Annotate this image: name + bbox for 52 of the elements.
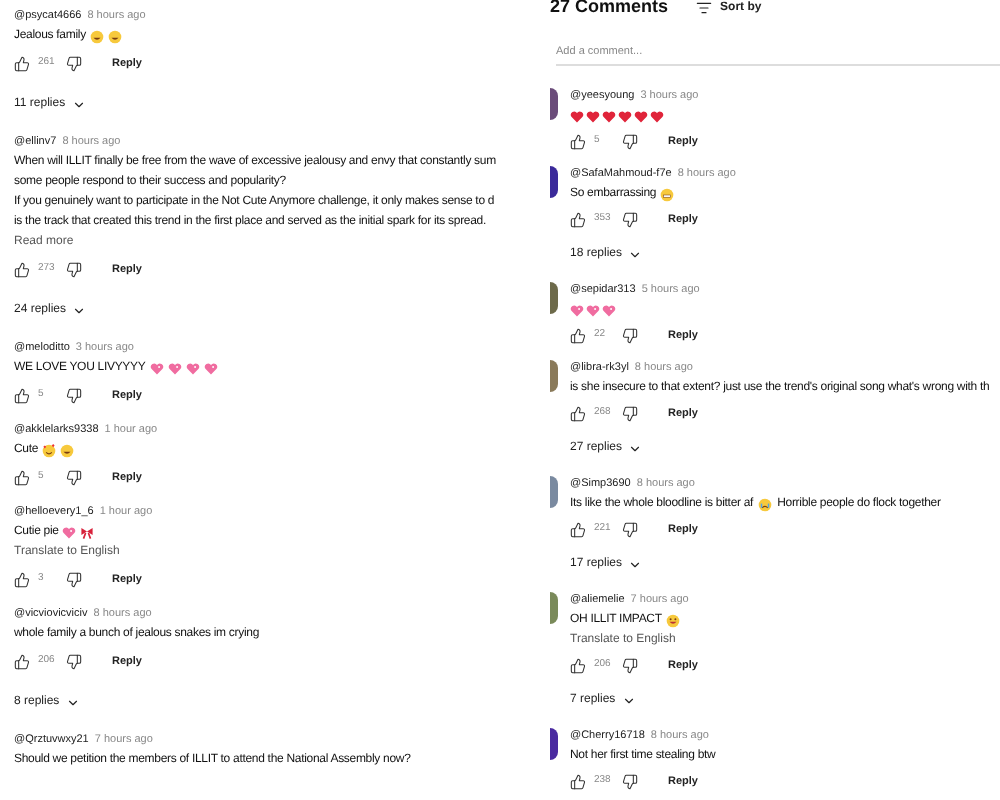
chevron-down-icon — [628, 248, 643, 262]
like-icon[interactable] — [570, 406, 586, 422]
like-icon[interactable] — [570, 522, 586, 538]
dislike-icon[interactable] — [66, 56, 82, 72]
like-icon[interactable] — [570, 134, 586, 150]
comments-heading: 27 Comments — [550, 0, 669, 21]
laughing-face-icon — [60, 443, 75, 457]
like-icon[interactable] — [570, 658, 586, 674]
sparkling-heart-icon — [149, 361, 164, 375]
like-icon[interactable] — [14, 470, 30, 486]
dislike-icon[interactable] — [66, 654, 82, 670]
like-icon[interactable] — [14, 388, 30, 404]
like-icon[interactable] — [570, 774, 586, 790]
like-icon[interactable] — [14, 262, 30, 278]
avatar[interactable] — [550, 88, 558, 120]
dislike-icon[interactable] — [622, 212, 638, 228]
crying-face-icon — [757, 497, 772, 511]
chevron-down-icon — [72, 303, 87, 317]
dislike-icon[interactable] — [66, 388, 82, 404]
like-icon[interactable] — [570, 328, 586, 344]
dislike-icon[interactable] — [622, 406, 638, 422]
dislike-icon[interactable] — [66, 470, 82, 486]
laughing-face-icon — [107, 29, 122, 43]
dislike-icon[interactable] — [622, 522, 638, 538]
face-with-hearts-icon — [42, 443, 57, 457]
avatar[interactable] — [550, 728, 558, 760]
dislike-icon[interactable] — [622, 658, 638, 674]
grimacing-face-icon — [660, 187, 675, 201]
sparkling-heart-icon — [167, 361, 182, 375]
chevron-down-icon — [65, 695, 80, 709]
chevron-down-icon — [621, 694, 636, 708]
dislike-icon[interactable] — [66, 262, 82, 278]
sparkling-heart-icon — [185, 361, 200, 375]
sparkling-heart-icon — [203, 361, 218, 375]
sort-icon — [696, 0, 713, 16]
like-icon[interactable] — [14, 56, 30, 72]
avatar[interactable] — [550, 282, 558, 314]
like-icon[interactable] — [14, 572, 30, 588]
chevron-down-icon — [71, 97, 86, 111]
dislike-icon[interactable] — [622, 774, 638, 790]
dislike-icon[interactable] — [66, 572, 82, 588]
avatar[interactable] — [550, 166, 558, 198]
dislike-icon[interactable] — [622, 134, 638, 150]
dislike-icon[interactable] — [622, 328, 638, 344]
sparkling-heart-icon — [62, 525, 77, 539]
like-icon[interactable] — [14, 654, 30, 670]
chevron-down-icon — [628, 558, 643, 572]
like-icon[interactable] — [570, 212, 586, 228]
laughing-face-icon — [89, 29, 104, 43]
chevron-down-icon — [628, 442, 643, 456]
ribbon-icon — [80, 525, 95, 539]
grinning-face-icon — [665, 613, 680, 627]
